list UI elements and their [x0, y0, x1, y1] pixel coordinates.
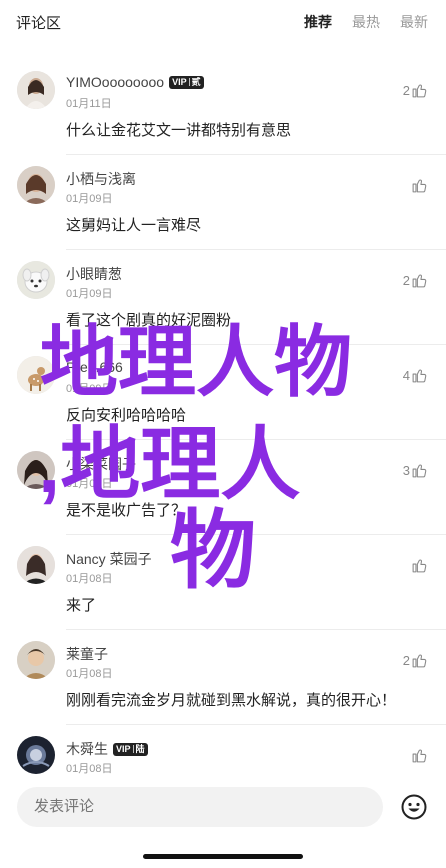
- username-text: Pre...666: [66, 359, 123, 375]
- thumbs-up-icon: [412, 369, 427, 383]
- like-button[interactable]: [410, 557, 428, 574]
- thumbs-up-icon: [412, 559, 427, 573]
- emoji-icon[interactable]: [401, 794, 427, 820]
- thumbs-up-icon: [412, 274, 427, 288]
- username[interactable]: 莱童子: [66, 644, 108, 664]
- comment-item: Pre...666 01月09日 反向安利哈哈哈哈 4: [0, 345, 446, 440]
- like-button[interactable]: 2: [403, 82, 428, 99]
- avatar-woman-icon[interactable]: [17, 166, 55, 204]
- thumbs-up-icon: [412, 84, 427, 98]
- username-text: 莱童子: [66, 646, 108, 662]
- comment-text: 来了: [66, 597, 97, 614]
- comment-date: 01月08日: [66, 573, 113, 585]
- like-count: 2: [402, 273, 410, 288]
- comment-input[interactable]: [17, 787, 383, 827]
- like-button[interactable]: [410, 747, 428, 764]
- username-text: 木舜生: [66, 741, 108, 757]
- comment-text: 是不是收广告了？: [66, 502, 187, 519]
- comment-composer: [0, 780, 446, 868]
- sort-tabs: 推荐 最热 最新: [304, 12, 428, 32]
- like-count: 4: [402, 368, 410, 383]
- comment-date: 01月09日: [66, 383, 113, 395]
- username[interactable]: YIMOoooooooo VIP 贰: [66, 74, 204, 90]
- comment-text: 反向安利哈哈哈哈: [66, 407, 187, 424]
- username[interactable]: 小柒菜园子: [66, 454, 136, 474]
- like-button[interactable]: 4: [403, 367, 428, 384]
- vip-badge: VIP 贰: [169, 75, 204, 89]
- username[interactable]: 小栖与浅离: [66, 169, 136, 189]
- thumbs-up-icon: [412, 749, 427, 763]
- avatar-deer-icon[interactable]: [17, 356, 55, 394]
- username[interactable]: Pre...666: [66, 359, 123, 375]
- comment-text: 什么让金花艾文一讲都特别有意思: [66, 122, 292, 139]
- comment-date: 01月08日: [66, 668, 113, 680]
- username[interactable]: 小眼睛葱: [66, 264, 122, 284]
- page-title: 评论区: [16, 15, 62, 32]
- tab-newest[interactable]: 最新: [400, 12, 428, 32]
- comment-item: YIMOoooooooo VIP 贰 01月11日 什么让金花艾文一讲都特别有意思…: [0, 60, 446, 155]
- like-button[interactable]: 2: [403, 272, 428, 289]
- thumbs-up-icon: [412, 654, 427, 668]
- like-button[interactable]: [410, 177, 428, 194]
- like-count: 3: [402, 463, 410, 478]
- comment-item: 小栖与浅离 01月09日 这舅妈让人一言难尽: [0, 155, 446, 250]
- thumbs-up-icon: [412, 464, 427, 478]
- like-count: 2: [402, 653, 410, 668]
- comment-date: 01月11日: [66, 98, 112, 110]
- username-text: 小栖与浅离: [66, 171, 136, 187]
- comment-date: 01月09日: [66, 288, 113, 300]
- thumbs-up-icon: [412, 179, 427, 193]
- avatar-dog-icon[interactable]: [17, 261, 55, 299]
- comment-item: 莱童子 01月08日 刚刚看完流金岁月就碰到黑水解说，真的很开心！ 2: [0, 630, 446, 725]
- header: 评论区 推荐 最热 最新: [0, 0, 446, 44]
- username-text: YIMOoooooooo: [66, 74, 165, 90]
- username[interactable]: 木舜生 VIP 陆: [66, 739, 148, 759]
- vip-badge: VIP 陆: [113, 742, 148, 756]
- avatar-ink-icon[interactable]: [17, 736, 55, 774]
- comment-text: 刚刚看完流金岁月就碰到黑水解说，真的很开心！: [66, 692, 397, 709]
- like-button[interactable]: 3: [403, 462, 428, 479]
- comment-text: 看了这个剧真的好泥圈粉: [66, 312, 232, 329]
- comment-list: YIMOoooooooo VIP 贰 01月11日 什么让金花艾文一讲都特别有意思…: [0, 60, 446, 820]
- username-text: 小柒菜园子: [66, 456, 136, 472]
- avatar-nancy-icon[interactable]: [17, 546, 55, 584]
- username-text: 小眼睛葱: [66, 266, 122, 282]
- comment-item: Nancy 菜园子 01月08日 来了: [0, 535, 446, 630]
- comment-item: 小柒菜园子 01月08日 是不是收广告了？ 3: [0, 440, 446, 535]
- avatar-child-icon[interactable]: [17, 641, 55, 679]
- comment-date: 01月09日: [66, 193, 113, 205]
- tab-hottest[interactable]: 最热: [352, 12, 380, 32]
- like-count: 2: [402, 83, 410, 98]
- like-button[interactable]: 2: [403, 652, 428, 669]
- comment-date: 01月08日: [66, 478, 113, 490]
- comment-item: 小眼睛葱 01月09日 看了这个剧真的好泥圈粉 2: [0, 250, 446, 345]
- home-indicator: [143, 854, 303, 859]
- comment-text: 这舅妈让人一言难尽: [66, 217, 202, 234]
- username-text: Nancy 菜园子: [66, 551, 152, 567]
- username[interactable]: Nancy 菜园子: [66, 549, 152, 569]
- avatar-lady-icon[interactable]: [17, 451, 55, 489]
- comment-date: 01月08日: [66, 763, 113, 775]
- avatar-girl-icon[interactable]: [17, 71, 55, 109]
- tab-recommended[interactable]: 推荐: [304, 12, 332, 32]
